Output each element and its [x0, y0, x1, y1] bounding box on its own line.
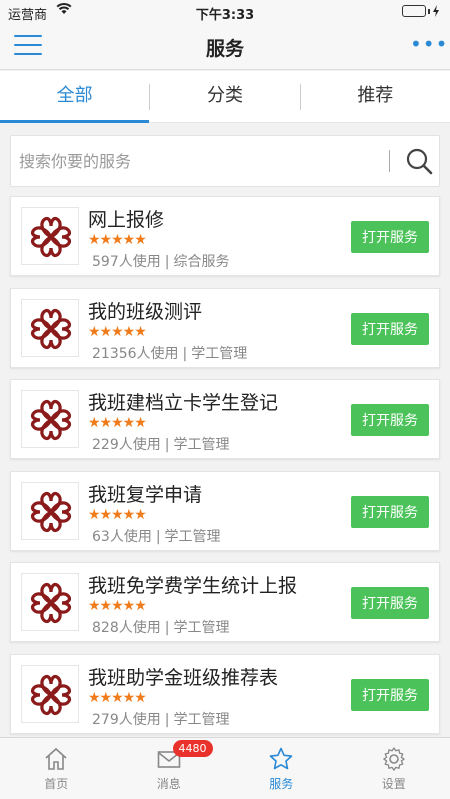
bottom-tab-home[interactable]: 首页 — [0, 738, 113, 799]
service-card[interactable]: 我的班级测评 ★★★★★ 21356人使用 | 学工管理 打开服务 — [10, 287, 440, 368]
bottom-tab-settings[interactable]: 设置 — [338, 738, 450, 799]
usage-count: 63人使用 — [92, 528, 152, 545]
bottom-tab-bar: 首页 消息 4480 服务 设置 — [0, 737, 450, 799]
service-meta: 229人使用 | 学工管理 — [92, 434, 229, 454]
bottom-tab-label: 设置 — [381, 777, 406, 791]
bottom-tab-messages[interactable]: 消息 4480 — [113, 738, 226, 799]
service-category: 学工管理 — [164, 528, 221, 545]
battery-icon — [402, 5, 440, 17]
bottom-tab-label: 消息 — [156, 777, 181, 791]
unread-badge: 4480 — [172, 740, 213, 757]
service-logo-icon — [21, 664, 79, 723]
service-logo-icon — [21, 481, 79, 540]
service-meta: 828人使用 | 学工管理 — [92, 617, 229, 637]
open-service-button[interactable]: 打开服务 — [351, 495, 429, 528]
service-meta: 21356人使用 | 学工管理 — [92, 343, 247, 363]
service-category: 综合服务 — [173, 254, 230, 270]
open-service-button[interactable]: 打开服务 — [351, 404, 429, 436]
open-service-button[interactable]: 打开服务 — [351, 587, 429, 619]
meta-separator: | — [182, 345, 188, 362]
service-category: 学工管理 — [173, 437, 230, 453]
service-card[interactable]: 我班助学金班级推荐表 ★★★★★ 279人使用 | 学工管理 打开服务 — [10, 653, 440, 734]
usage-count: 597人使用 — [92, 254, 161, 270]
search-input[interactable] — [19, 136, 379, 186]
more-options-icon[interactable]: ••• — [410, 34, 447, 54]
service-category: 学工管理 — [173, 711, 230, 728]
search-icon[interactable] — [405, 147, 433, 175]
service-logo-icon — [21, 390, 79, 448]
tab-category[interactable]: 分类 — [150, 71, 299, 122]
usage-count: 229人使用 — [92, 437, 161, 453]
tab-recommended[interactable]: 推荐 — [301, 71, 450, 122]
service-name: 我的班级测评 — [88, 300, 203, 323]
service-logo-icon — [21, 573, 79, 631]
navigation-bar: 服务 ••• — [0, 24, 450, 70]
search-divider — [389, 150, 390, 172]
meta-separator: | — [164, 254, 170, 270]
gear-icon — [382, 747, 405, 771]
search-bar — [10, 135, 440, 187]
service-name: 网上报修 — [88, 209, 165, 231]
bottom-tab-services[interactable]: 服务 — [225, 738, 338, 799]
open-service-button[interactable]: 打开服务 — [351, 678, 429, 711]
status-bar: 运营商 下午3:33 — [0, 0, 450, 24]
bottom-tab-label: 服务 — [269, 777, 294, 791]
rating-stars: ★★★★★ — [88, 323, 147, 340]
service-tabs: 全部 分类 推荐 — [0, 71, 450, 123]
service-category: 学工管理 — [191, 345, 248, 362]
tab-all[interactable]: 全部 — [0, 71, 150, 123]
service-logo-icon — [21, 298, 79, 357]
usage-count: 21356人使用 — [92, 345, 179, 362]
bottom-tab-label: 首页 — [44, 777, 69, 791]
rating-stars: ★★★★★ — [88, 598, 147, 614]
usage-count: 828人使用 — [92, 620, 161, 636]
service-name: 我班免学费学生统计上报 — [88, 575, 298, 597]
usage-count: 279人使用 — [92, 711, 161, 728]
meta-separator: | — [164, 620, 170, 636]
meta-separator: | — [164, 711, 170, 728]
service-logo-icon — [21, 207, 79, 265]
star-icon — [269, 747, 293, 770]
rating-stars: ★★★★★ — [88, 689, 147, 706]
service-meta: 279人使用 | 学工管理 — [92, 709, 229, 729]
meta-separator: | — [164, 437, 170, 453]
home-icon — [45, 747, 67, 770]
service-card[interactable]: 我班免学费学生统计上报 ★★★★★ 828人使用 | 学工管理 打开服务 — [10, 562, 440, 642]
service-name: 我班助学金班级推荐表 — [88, 666, 279, 689]
rating-stars: ★★★★★ — [88, 232, 147, 248]
service-card[interactable]: 我班建档立卡学生登记 ★★★★★ 229人使用 | 学工管理 打开服务 — [10, 379, 440, 459]
service-meta: 597人使用 | 综合服务 — [92, 251, 229, 271]
service-name: 我班建档立卡学生登记 — [88, 392, 279, 414]
meta-separator: | — [155, 528, 161, 545]
service-meta: 63人使用 | 学工管理 — [92, 526, 221, 546]
open-service-button[interactable]: 打开服务 — [351, 312, 429, 345]
page-title: 服务 — [205, 38, 244, 60]
service-card[interactable]: 网上报修 ★★★★★ 597人使用 | 综合服务 打开服务 — [10, 196, 440, 276]
service-name: 我班复学申请 — [88, 483, 203, 506]
rating-stars: ★★★★★ — [88, 415, 147, 431]
status-time: 下午3:33 — [195, 8, 255, 23]
rating-stars: ★★★★★ — [88, 506, 147, 523]
service-list: 网上报修 ★★★★★ 597人使用 | 综合服务 打开服务 我的班级测评 ★★★★★… — [10, 196, 440, 745]
service-card[interactable]: 我班复学申请 ★★★★★ 63人使用 | 学工管理 打开服务 — [10, 470, 440, 551]
menu-button[interactable] — [14, 35, 42, 57]
service-category: 学工管理 — [173, 620, 230, 636]
open-service-button[interactable]: 打开服务 — [351, 221, 429, 253]
